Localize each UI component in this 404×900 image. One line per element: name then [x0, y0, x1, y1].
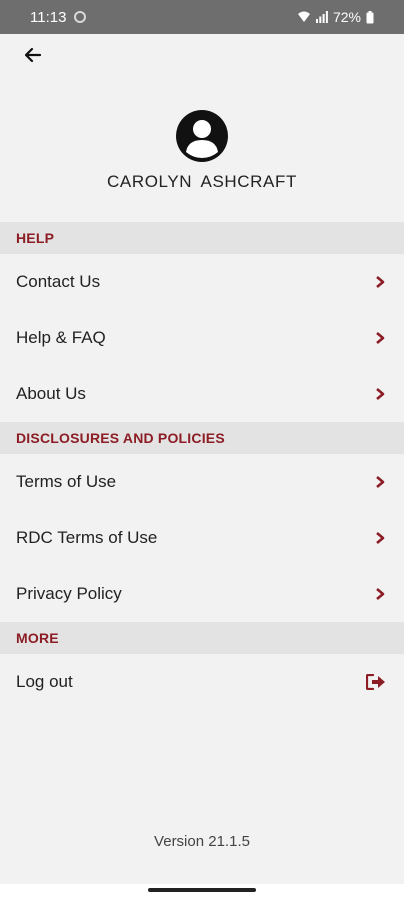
- menu-item-terms-of-use[interactable]: Terms of Use: [0, 454, 404, 510]
- menu-item-privacy-policy[interactable]: Privacy Policy: [0, 566, 404, 622]
- home-indicator: [0, 884, 404, 900]
- menu-item-label: About Us: [16, 384, 86, 403]
- menu-item-label: Terms of Use: [16, 472, 117, 491]
- section-header-disclosures: DISCLOSURES AND POLICIES: [0, 422, 404, 454]
- battery-percent: 72%: [332, 9, 361, 25]
- menu-item-label: Contact Us: [16, 272, 101, 291]
- home-bar[interactable]: [148, 888, 256, 892]
- status-time: 11:13: [30, 8, 67, 26]
- status-bar: 11:13 72%: [0, 0, 404, 34]
- menu-item-contact-us[interactable]: Contact Us: [0, 254, 404, 310]
- back-button[interactable]: [20, 42, 46, 68]
- section-header-help: HELP: [0, 222, 404, 254]
- signal-icon: [315, 11, 328, 23]
- menu-item-label: Help & FAQ: [16, 328, 106, 347]
- menu-item-label: Log out: [16, 672, 73, 691]
- menu-item-about-us[interactable]: About Us: [0, 366, 404, 422]
- battery-icon: [366, 10, 374, 23]
- arrow-left-icon: [24, 47, 42, 63]
- user-name: CAROLYN ASHCRAFT: [107, 172, 297, 191]
- wifi-icon: [297, 11, 310, 22]
- user-avatar-icon: [176, 110, 228, 162]
- menu-item-label: RDC Terms of Use: [16, 528, 158, 547]
- chevron-right-icon: [376, 476, 385, 488]
- menu-item-rdc-terms-of-use[interactable]: RDC Terms of Use: [0, 510, 404, 566]
- menu-item-help-faq[interactable]: Help & FAQ: [0, 310, 404, 366]
- chevron-right-icon: [376, 332, 385, 344]
- menu-item-log-out[interactable]: Log out: [0, 654, 404, 710]
- sync-status-icon: [74, 11, 87, 23]
- section-header-more: MORE: [0, 622, 404, 654]
- chevron-right-icon: [376, 532, 385, 544]
- chevron-right-icon: [376, 588, 385, 600]
- app-version: Version 21.1.5: [154, 833, 250, 850]
- logout-icon: [366, 674, 385, 690]
- profile-header: CAROLYN ASHCRAFT: [0, 74, 404, 222]
- menu-item-label: Privacy Policy: [16, 584, 122, 603]
- chevron-right-icon: [376, 276, 385, 288]
- chevron-right-icon: [376, 388, 385, 400]
- top-bar: [0, 34, 404, 74]
